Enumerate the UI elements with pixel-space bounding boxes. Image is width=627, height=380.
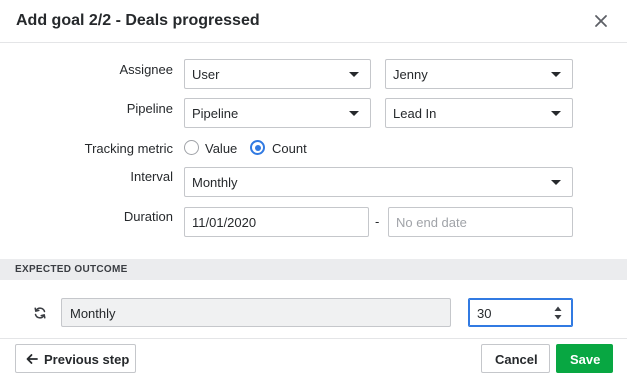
interval-select[interactable]: Monthly: [184, 167, 573, 197]
pipeline-value: Pipeline: [192, 106, 239, 121]
close-icon: [595, 15, 607, 27]
caret-down-icon: [551, 72, 561, 77]
section-title: EXPECTED OUTCOME: [15, 264, 128, 275]
previous-step-button[interactable]: Previous step: [15, 344, 136, 373]
stage-value: Lead In: [393, 106, 437, 121]
caret-down-icon: [349, 72, 359, 77]
duration-end-placeholder: No end date: [396, 215, 467, 230]
spinner-arrows-icon[interactable]: [554, 304, 562, 322]
outcome-interval-field: Monthly: [61, 298, 451, 327]
assignee-type-value: User: [192, 67, 220, 82]
duration-label: Duration: [123, 209, 173, 224]
duration-start-input[interactable]: 11/01/2020: [184, 207, 369, 237]
duration-end-input[interactable]: No end date: [388, 207, 573, 237]
radio-value-label[interactable]: Value: [205, 141, 237, 156]
assignee-label: Assignee: [119, 62, 173, 77]
previous-step-label: Previous step: [44, 352, 130, 367]
dialog-header: Add goal 2/2 - Deals progressed: [0, 0, 627, 43]
stage-select[interactable]: Lead In: [385, 98, 573, 128]
interval-label: Interval: [130, 169, 173, 184]
pipeline-label: Pipeline: [126, 101, 173, 116]
save-button[interactable]: Save: [556, 344, 613, 373]
assignee-type-select[interactable]: User: [184, 59, 371, 89]
interval-value: Monthly: [192, 175, 238, 190]
radio-count-label[interactable]: Count: [272, 141, 307, 156]
assignee-person-select[interactable]: Jenny: [385, 59, 573, 89]
add-goal-dialog: Add goal 2/2 - Deals progressed Assignee…: [0, 0, 627, 380]
save-label: Save: [570, 352, 601, 367]
target-count-value: 30: [477, 306, 492, 321]
assignee-person-value: Jenny: [393, 67, 428, 82]
caret-down-icon: [349, 111, 359, 116]
cancel-label: Cancel: [495, 352, 538, 367]
close-button[interactable]: [592, 12, 610, 30]
target-count-input[interactable]: 30: [468, 298, 573, 327]
radio-count[interactable]: [250, 140, 265, 155]
dialog-title: Add goal 2/2 - Deals progressed: [16, 12, 260, 29]
caret-down-icon: [551, 111, 561, 116]
outcome-interval-value: Monthly: [70, 306, 116, 321]
radio-value[interactable]: [184, 140, 199, 155]
duration-separator: -: [375, 214, 380, 229]
tracking-metric-label: Tracking metric: [84, 141, 173, 156]
refresh-icon[interactable]: [32, 305, 48, 321]
caret-down-icon: [551, 180, 561, 185]
duration-start-value: 11/01/2020: [192, 215, 257, 230]
pipeline-select[interactable]: Pipeline: [184, 98, 371, 128]
arrow-left-icon: [26, 354, 38, 364]
expected-outcome-header: EXPECTED OUTCOME: [0, 259, 627, 280]
cancel-button[interactable]: Cancel: [481, 344, 550, 373]
